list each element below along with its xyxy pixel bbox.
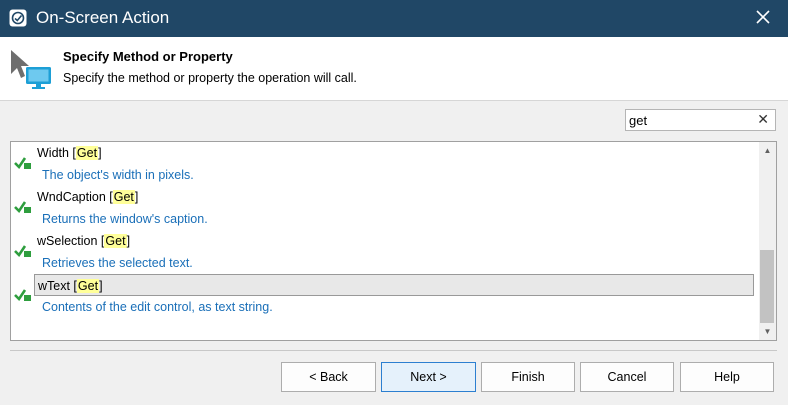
help-button[interactable]: Help [680, 362, 774, 392]
item-description: Retrieves the selected text. [42, 256, 193, 270]
list-item-name-box[interactable]: wSelection [Get] [34, 230, 754, 252]
page-subtitle: Specify the method or property the opera… [63, 71, 357, 85]
list-item[interactable]: WndCaption [Get] Returns the window's ca… [11, 186, 759, 230]
page-title: Specify Method or Property [63, 49, 233, 64]
item-description: The object's width in pixels. [42, 168, 194, 182]
item-tag: Get [76, 279, 100, 293]
vertical-scrollbar[interactable]: ▲ ▼ [759, 142, 776, 340]
scroll-up-icon[interactable]: ▲ [759, 142, 776, 159]
list-item[interactable]: wSelection [Get] Retrieves the selected … [11, 230, 759, 274]
list-item-name-box[interactable]: Width [Get] [34, 142, 754, 164]
item-name: Width [37, 146, 69, 160]
item-tag: Get [75, 146, 99, 160]
divider [10, 350, 777, 351]
item-tag: Get [104, 234, 127, 248]
next-button[interactable]: Next > [381, 362, 476, 392]
item-description: Contents of the edit control, as text st… [42, 300, 273, 314]
item-name: wText [38, 279, 70, 293]
window-title: On-Screen Action [36, 8, 170, 27]
list-item-name-box[interactable]: wText [Get] [34, 274, 754, 296]
list-item-selected[interactable]: wText [Get] Contents of the edit control… [11, 274, 759, 318]
item-tag: Get [112, 190, 135, 204]
list-item-name-box[interactable]: WndCaption [Get] [34, 186, 754, 208]
back-button[interactable]: < Back [281, 362, 376, 392]
member-list[interactable]: Width [Get] The object's width in pixels… [10, 141, 777, 341]
scrollbar-thumb[interactable] [760, 250, 774, 323]
wizard-header: Specify Method or Property Specify the m… [0, 37, 788, 101]
item-description: Returns the window's caption. [42, 212, 208, 226]
cursor-monitor-icon [11, 50, 51, 89]
scroll-down-icon[interactable]: ▼ [759, 323, 776, 340]
property-icon [14, 245, 31, 258]
app-logo-icon [9, 9, 27, 27]
property-icon [14, 289, 31, 302]
property-icon [14, 201, 31, 214]
search-box[interactable]: ✕ [625, 109, 776, 131]
list-item[interactable]: Width [Get] The object's width in pixels… [11, 142, 759, 186]
cancel-button[interactable]: Cancel [580, 362, 674, 392]
search-input[interactable] [629, 112, 754, 128]
item-name: WndCaption [37, 190, 106, 204]
clear-icon[interactable]: ✕ [757, 111, 769, 128]
property-icon [14, 157, 31, 170]
item-name: wSelection [37, 234, 98, 248]
close-icon[interactable] [754, 8, 772, 26]
finish-button[interactable]: Finish [481, 362, 575, 392]
title-bar: On-Screen Action [0, 0, 788, 37]
